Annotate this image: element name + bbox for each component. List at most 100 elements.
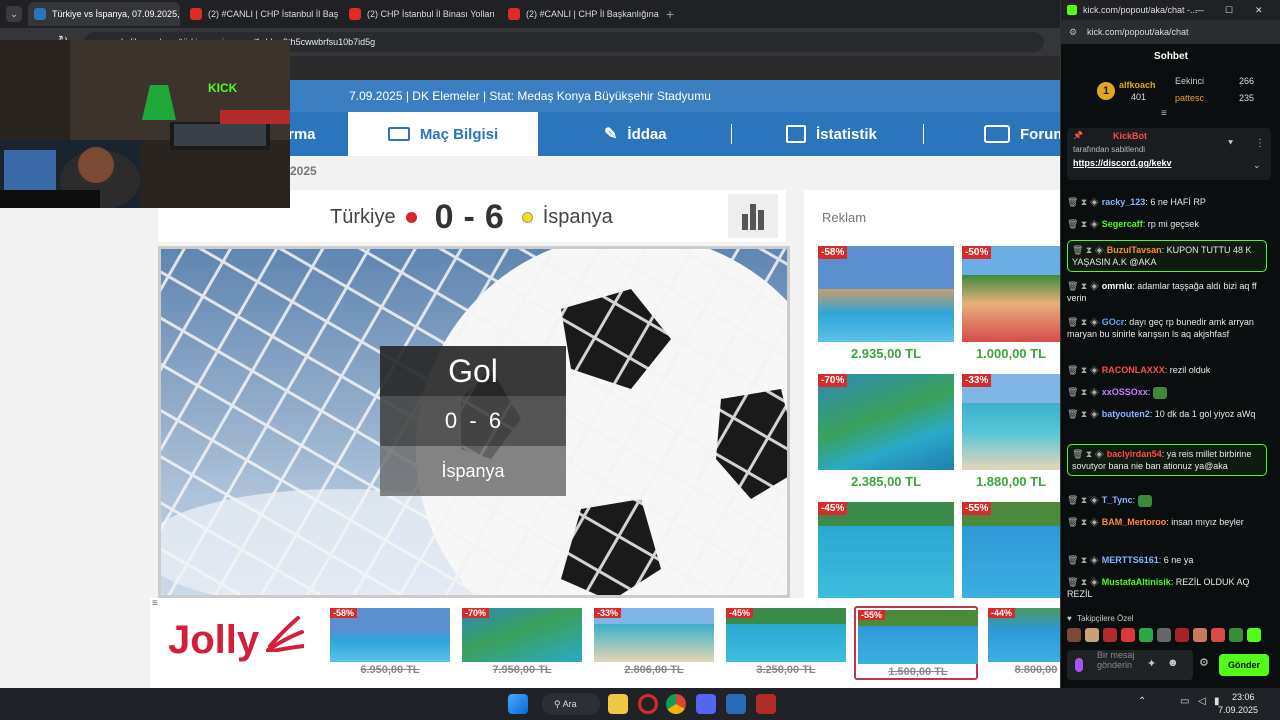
taskbar-search[interactable]: ⚲ Ara	[542, 693, 600, 715]
chat-username[interactable]: omrnlu	[1102, 281, 1133, 291]
pin-toggle-icon[interactable]: ⯆	[1227, 138, 1234, 149]
site-settings-icon[interactable]: ⚙	[1069, 20, 1077, 44]
chat-settings-icon[interactable]: ⚙	[1199, 656, 1209, 669]
pinned-user[interactable]: KickBot	[1113, 131, 1147, 141]
emote-icon[interactable]	[1121, 628, 1135, 642]
jolly-logo: Jolly	[168, 616, 308, 668]
tab-istatistik[interactable]: İstatistik	[786, 112, 877, 156]
pinned-link[interactable]: https://discord.gg/kekv	[1073, 158, 1172, 168]
emote-icon[interactable]	[1067, 628, 1081, 642]
emote-icon[interactable]	[1085, 628, 1099, 642]
tab-turkiye-ispanya[interactable]: Türkiye vs İspanya, 07.09.2025, ✕	[28, 2, 180, 26]
tab-chp-building[interactable]: (2) CHP İstanbul İl Binası Yolları ✕	[343, 2, 501, 26]
bottom-ad-card[interactable]: -44% 8.800,00	[986, 606, 1060, 680]
mod-actions-icon[interactable]: 🗑 ⧗ ◈	[1067, 281, 1099, 291]
tray-chevron-icon[interactable]: ⌃	[1138, 696, 1146, 707]
tab-iddaa[interactable]: ✎ İddaa	[604, 112, 667, 156]
emote-icon[interactable]	[1175, 628, 1189, 642]
emote-icon[interactable]	[1103, 628, 1117, 642]
emoji-icon[interactable]: ☻	[1167, 657, 1179, 669]
mod-actions-icon[interactable]: 🗑 ⧗ ◈	[1067, 555, 1099, 565]
mod-actions-icon[interactable]: 🗑 ⧗ ◈	[1067, 577, 1099, 587]
emote-icon[interactable]	[1247, 628, 1261, 642]
mod-actions-icon[interactable]: 🗑 ⧗ ◈	[1067, 219, 1099, 229]
ad-card[interactable]: -70% 2.385,00 TL	[818, 374, 954, 496]
more-options-icon[interactable]: ⋮	[1255, 138, 1265, 149]
mod-actions-icon[interactable]: 🗑 ⧗ ◈	[1067, 495, 1099, 505]
network-icon[interactable]: ▭	[1180, 696, 1189, 707]
send-button[interactable]: Gönder	[1219, 654, 1269, 676]
expand-pinned-icon[interactable]: ⌄	[1253, 160, 1261, 171]
chat-input-bar: Bir mesaj gönderin ✦ ☻ ⚙ Gönder	[1061, 648, 1280, 688]
chat-username[interactable]: Segercaff	[1102, 219, 1143, 229]
chat-username[interactable]: GOcr	[1102, 317, 1125, 327]
mod-actions-icon[interactable]: 🗑 ⧗ ◈	[1067, 317, 1099, 327]
leader-name[interactable]: alfkoach	[1119, 80, 1156, 90]
ad-card[interactable]: -33% 1.880,00 TL	[962, 374, 1060, 496]
clock-time[interactable]: 23:06	[1232, 692, 1255, 702]
opera-icon[interactable]	[638, 694, 658, 714]
discount-badge: -45%	[726, 608, 754, 618]
ad-card[interactable]: -50% 1.000,00 TL	[962, 246, 1060, 368]
chat-username[interactable]: BuzulTavsan	[1107, 245, 1162, 255]
emote-icon[interactable]	[1193, 628, 1207, 642]
bottom-ad-banner[interactable]: ≡ Jolly -58% 6.950,00 TL -70% 7.950,00 T…	[150, 598, 1060, 688]
emote-icon[interactable]	[1211, 628, 1225, 642]
bottom-ad-card[interactable]: -45% 3.250,00 TL	[724, 606, 848, 680]
maximize-icon[interactable]: ☐	[1225, 0, 1233, 20]
bottom-ad-card[interactable]: -70% 7.950,00 TL	[460, 606, 584, 680]
mod-actions-icon[interactable]: 🗑 ⧗ ◈	[1072, 449, 1104, 459]
ad-menu-icon[interactable]: ≡	[152, 598, 158, 609]
volume-icon[interactable]: ◁	[1198, 696, 1206, 707]
chat-username[interactable]: MustafaAltinisik	[1102, 577, 1171, 587]
emote-icon[interactable]	[1157, 628, 1171, 642]
chat-username[interactable]: T_Tync	[1102, 495, 1133, 505]
mod-actions-icon[interactable]: 🗑 ⧗ ◈	[1067, 197, 1099, 207]
close-window-icon[interactable]: ✕	[1255, 0, 1263, 20]
chat-username[interactable]: bacIyirdan54	[1107, 449, 1162, 459]
leader-name[interactable]: Eekinci	[1175, 76, 1204, 86]
windows-start-icon[interactable]	[508, 694, 528, 714]
chat-username[interactable]: MERTTS6161	[1102, 555, 1159, 565]
tab-search-icon[interactable]: ⌄	[6, 6, 22, 22]
microphone-icon[interactable]	[1075, 658, 1083, 672]
app-icon[interactable]	[726, 694, 746, 714]
mod-actions-icon[interactable]: 🗑 ⧗ ◈	[1067, 365, 1099, 375]
tab-chp-live-1[interactable]: (2) #CANLI | CHP İstanbul İl Baş ✕	[184, 2, 342, 26]
tab-mac-bilgisi[interactable]: Maç Bilgisi	[348, 112, 538, 156]
emote-row	[1067, 628, 1277, 644]
leader-name[interactable]: pattesc	[1175, 93, 1204, 103]
chat-username[interactable]: xxOSSOxx	[1102, 387, 1148, 397]
bottom-ad-card[interactable]: -58% 6.950,00 TL	[328, 606, 452, 680]
chat-input[interactable]: Bir mesaj gönderin ✦ ☻	[1067, 650, 1193, 680]
mod-actions-icon[interactable]: 🗑 ⧗ ◈	[1067, 387, 1099, 397]
chat-url-bar[interactable]: ⚙ kick.com/popout/aka/chat	[1061, 20, 1280, 44]
minimize-icon[interactable]: —	[1195, 0, 1204, 20]
chat-username[interactable]: racky_123	[1102, 197, 1146, 207]
mod-actions-icon[interactable]: 🗑 ⧗ ◈	[1067, 517, 1099, 527]
chat-username[interactable]: batyouten2	[1102, 409, 1150, 419]
resort-image	[818, 502, 954, 598]
bottom-ad-card-selected[interactable]: -55% 1.500,00 TL	[854, 606, 978, 680]
collapse-leaders-icon[interactable]: ≡	[1161, 108, 1167, 119]
clock-date[interactable]: 7.09.2025	[1218, 705, 1258, 715]
emote-picker-icon[interactable]: ✦	[1147, 657, 1156, 670]
mod-actions-icon[interactable]: 🗑 ⧗ ◈	[1067, 409, 1099, 419]
tab-chp-live-2[interactable]: (2) #CANLI | CHP İl Başkanlığına ✕	[502, 2, 660, 26]
emote-icon[interactable]	[1139, 628, 1153, 642]
recorder-icon[interactable]	[756, 694, 776, 714]
stats-button[interactable]	[728, 194, 778, 238]
emote-icon[interactable]	[1229, 628, 1243, 642]
bottom-ad-card[interactable]: -33% 2.806,00 TL	[592, 606, 716, 680]
chat-username[interactable]: BAM_Mertoroo	[1102, 517, 1167, 527]
chat-username[interactable]: RACONLAXXX	[1102, 365, 1165, 375]
new-tab-icon[interactable]: +	[666, 6, 674, 22]
file-explorer-icon[interactable]	[608, 694, 628, 714]
ad-card[interactable]: -58% 2.935,00 TL	[818, 246, 954, 368]
tab-kadro[interactable]: rma	[288, 112, 328, 156]
tab-forum[interactable]: Forum	[984, 112, 1060, 156]
chrome-icon[interactable]	[666, 694, 686, 714]
followers-label: Takipçilere Özel	[1077, 614, 1134, 623]
discord-icon[interactable]	[696, 694, 716, 714]
mod-actions-icon[interactable]: 🗑 ⧗ ◈	[1072, 245, 1104, 255]
